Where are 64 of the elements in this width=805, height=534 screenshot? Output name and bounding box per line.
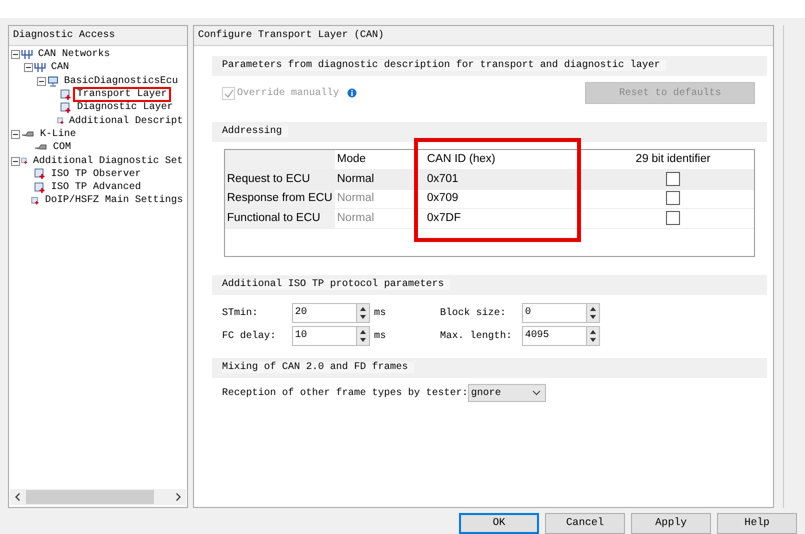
tree-item[interactable]: Additional Descript: [64, 114, 187, 129]
row-label: Functional to ECU: [225, 208, 335, 228]
tree-item[interactable]: DoIP/HSFZ Main Settings: [40, 193, 187, 208]
cable-icon: [34, 143, 48, 152]
table-cell: 0x7DF: [425, 208, 592, 228]
field-label: Max. length:: [440, 330, 514, 344]
document-plus-icon: [31, 194, 40, 207]
spin-buttons[interactable]: [356, 326, 370, 346]
tree-item[interactable]: Diagnostic Layer: [73, 100, 178, 116]
document-plus-icon: [34, 168, 46, 180]
collapse-toggle-icon[interactable]: [37, 76, 46, 86]
document-plus-icon: [60, 88, 72, 101]
info-icon[interactable]: [347, 88, 358, 98]
section-heading: Addressing: [222, 126, 288, 137]
collapse-toggle-icon[interactable]: [11, 156, 20, 166]
section-heading: Mixing of CAN 2.0 and FD frames: [222, 362, 414, 373]
document-plus-icon: [34, 182, 46, 194]
tree-item[interactable]: BasicDiagnosticsEcu: [60, 74, 182, 89]
table-cell: Normal: [335, 170, 425, 189]
spin-buttons[interactable]: [586, 326, 600, 346]
dialog-button[interactable]: Apply: [631, 513, 711, 534]
checkbox[interactable]: [666, 210, 680, 225]
tree-item[interactable]: CAN Networks: [34, 47, 114, 62]
row-label: Response from ECU: [225, 189, 335, 208]
computer-icon: [47, 76, 59, 87]
table-cell: 0x701: [425, 170, 592, 189]
dialog-button[interactable]: Help: [717, 513, 797, 534]
tree-item[interactable]: COM: [49, 140, 76, 156]
tree-item[interactable]: Additional Diagnostic Set: [28, 154, 187, 169]
network-icon: [34, 62, 46, 74]
spin-buttons[interactable]: [356, 303, 370, 323]
horizontal-scrollbar[interactable]: [10, 489, 186, 505]
table-cell: Normal: [335, 208, 425, 228]
checkbox-label: Override manually: [237, 86, 340, 100]
spin-buttons[interactable]: [586, 303, 600, 323]
network-icon: [21, 49, 33, 60]
tree-item[interactable]: K-Line: [36, 126, 80, 142]
row-label: Request to ECU: [225, 170, 335, 189]
panel-title: Diagnostic Access: [9, 26, 187, 46]
field-label: FC delay:: [222, 330, 278, 344]
panel-title: Configure Transport Layer (CAN): [194, 26, 774, 46]
tree-item[interactable]: ISO TP Observer: [47, 166, 146, 182]
collapse-toggle-icon[interactable]: [24, 63, 33, 72]
section-heading: Parameters from diagnostic description for transport and diagnostic layer: [222, 60, 666, 71]
collapse-toggle-icon[interactable]: [11, 130, 20, 139]
table-cell: 0x709: [425, 189, 592, 208]
table-cell: Normal: [335, 189, 425, 208]
collapse-toggle-icon[interactable]: [11, 50, 20, 60]
checkbox[interactable]: [666, 191, 680, 206]
field-label: STmin:: [222, 306, 260, 320]
unit-label: ms: [373, 306, 388, 320]
tree-item[interactable]: ISO TP Advanced: [47, 180, 146, 196]
tree-item[interactable]: Transport Layer: [73, 87, 172, 102]
dialog-button[interactable]: OK: [459, 513, 539, 534]
field-label: Reception of other frame types by tester:: [222, 386, 468, 400]
tree-item[interactable]: CAN: [47, 60, 74, 76]
cable-icon: [21, 130, 35, 139]
section-heading: Additional ISO TP protocol parameters: [222, 279, 450, 290]
chevron-down-icon: [532, 390, 542, 396]
unit-label: ms: [373, 330, 388, 344]
field-label: Block size:: [440, 306, 508, 320]
dropdown[interactable]: gnore: [468, 384, 546, 402]
checkbox[interactable]: [666, 172, 680, 186]
dialog-button[interactable]: Cancel: [545, 513, 625, 534]
